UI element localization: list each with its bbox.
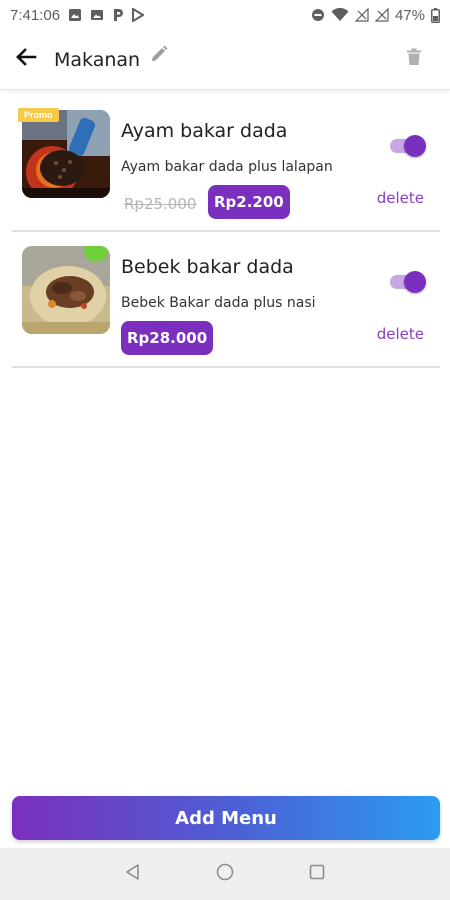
menu-item-name: Ayam bakar dada: [121, 120, 288, 142]
menu-item-card[interactable]: Promo Ayam bakar dada Ayam bakar dada pl…: [12, 96, 440, 232]
app-bar: Makanan: [0, 30, 450, 90]
status-time: 7:41:06: [10, 6, 61, 24]
delete-item-link[interactable]: delete: [377, 325, 424, 343]
toggle-thumb: [404, 135, 426, 157]
nav-recents-button[interactable]: [302, 859, 332, 889]
menu-item-name: Bebek bakar dada: [121, 256, 294, 278]
delete-item-link[interactable]: delete: [377, 189, 424, 207]
menu-item-image: [22, 110, 110, 198]
edit-title-button[interactable]: [146, 44, 172, 70]
menu-item-price: Rp2.200: [208, 185, 290, 219]
availability-toggle[interactable]: [388, 270, 426, 294]
menu-item-description: Bebek Bakar dada plus nasi: [121, 295, 316, 311]
add-menu-button[interactable]: Add Menu: [12, 796, 440, 840]
toggle-thumb: [404, 271, 426, 293]
parking-icon: [112, 8, 124, 22]
menu-item-old-price: Rp25.000: [124, 195, 197, 213]
promo-badge: Promo: [18, 108, 59, 122]
trash-icon: [406, 48, 422, 71]
battery-icon: [431, 7, 440, 23]
image-icon: [90, 8, 104, 22]
battery-percent: 47%: [394, 6, 425, 24]
menu-item-description: Ayam bakar dada plus lalapan: [121, 159, 333, 175]
system-nav-bar: [0, 848, 450, 900]
menu-item-image: [22, 246, 110, 334]
menu-item-price: Rp28.000: [121, 321, 214, 355]
home-circle-icon: [216, 863, 234, 886]
menu-list: Promo Ayam bakar dada Ayam bakar dada pl…: [12, 96, 440, 368]
pencil-icon: [150, 45, 168, 68]
page-title: Makanan: [54, 48, 141, 71]
delete-category-button[interactable]: [394, 40, 434, 80]
no-signal-icon: [354, 8, 369, 22]
gallery-icon: [68, 8, 82, 22]
no-signal-icon: [374, 8, 389, 22]
do-not-disturb-icon: [311, 8, 325, 22]
arrow-left-icon: [14, 45, 38, 74]
nav-back-button[interactable]: [118, 859, 148, 889]
menu-item-card[interactable]: Bebek bakar dada Bebek Bakar dada plus n…: [12, 232, 440, 368]
back-button[interactable]: [4, 38, 48, 82]
nav-home-button[interactable]: [210, 859, 240, 889]
back-triangle-icon: [124, 863, 142, 886]
status-bar: 7:41:06 47%: [0, 0, 450, 30]
wifi-icon: [331, 8, 349, 22]
availability-toggle[interactable]: [388, 134, 426, 158]
recents-square-icon: [308, 863, 326, 886]
play-store-icon: [132, 8, 145, 22]
